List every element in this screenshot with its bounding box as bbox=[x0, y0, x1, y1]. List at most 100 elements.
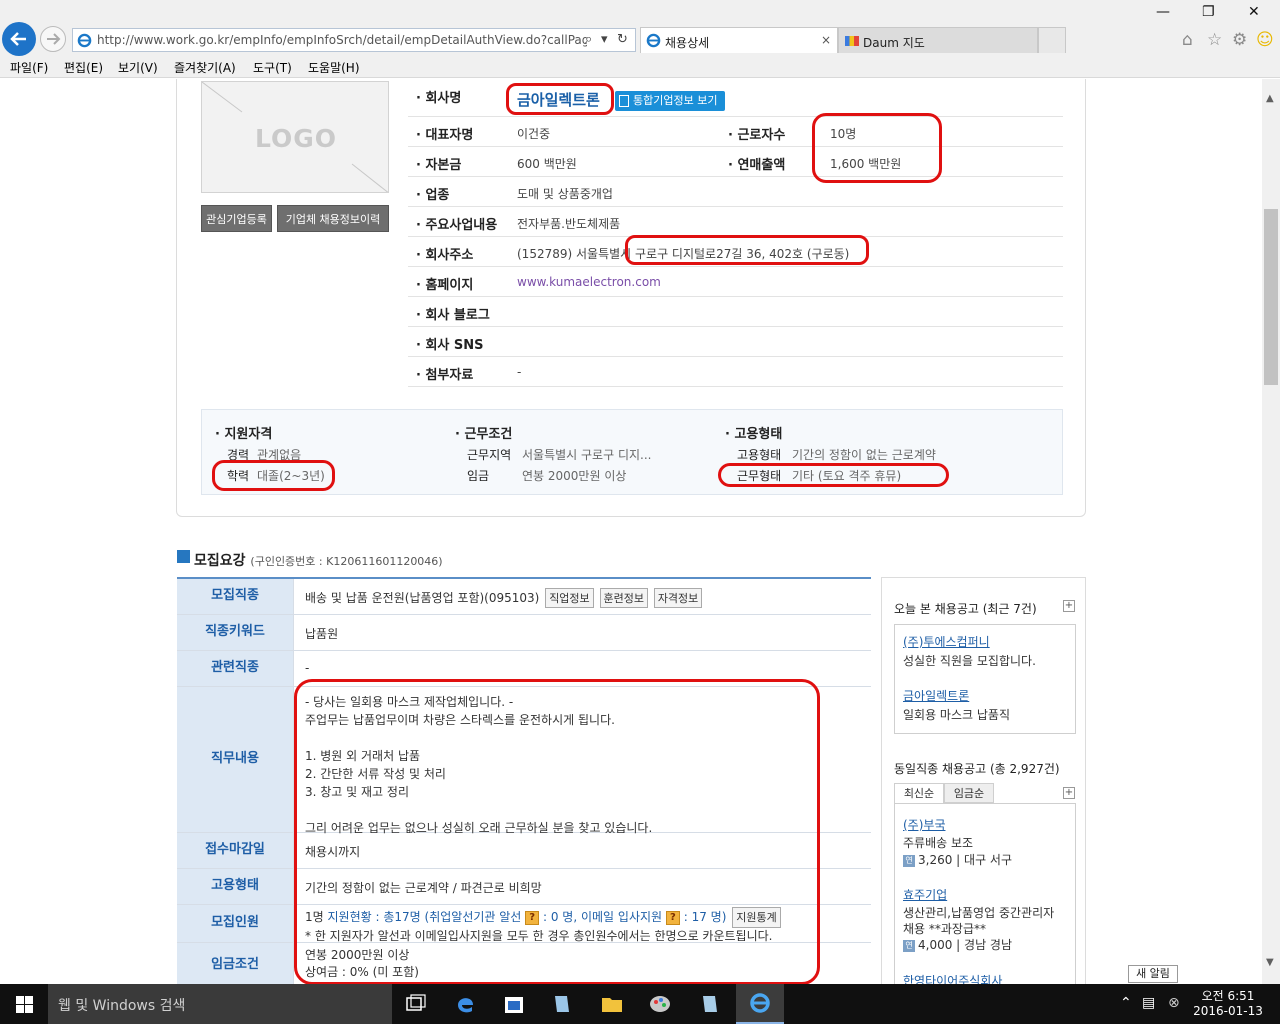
recent-job-title[interactable]: 성실한 직원을 모집합니다. bbox=[903, 652, 1036, 669]
menu-favorites[interactable]: 즐겨찾기(A) bbox=[174, 59, 236, 76]
file-explorer-icon[interactable] bbox=[600, 992, 624, 1016]
taskbar-search-box[interactable]: 웹 및 Windows 검색 bbox=[48, 984, 392, 1024]
row-capital: · 자본금 600 백만원 · 연매출액 1,600 백만원 bbox=[408, 147, 1063, 177]
refresh-icon[interactable]: ↻ bbox=[617, 32, 628, 47]
address-bar[interactable]: http://www.work.go.kr/empInfo/empInfoSrc… bbox=[72, 28, 636, 52]
plus-icon[interactable]: + bbox=[1063, 600, 1075, 612]
same-job-title[interactable]: 주류배송 보조 bbox=[903, 834, 973, 851]
summary-education-key: 학력 bbox=[227, 469, 250, 483]
paint-icon[interactable] bbox=[648, 992, 672, 1016]
notification-icon[interactable]: ▤ bbox=[1142, 995, 1155, 1011]
scroll-up-icon[interactable]: ▲ bbox=[1266, 93, 1274, 104]
tab-latest[interactable]: 최신순 bbox=[894, 783, 944, 803]
vertical-scrollbar[interactable]: ▲ ▼ bbox=[1262, 79, 1280, 984]
scroll-thumb[interactable] bbox=[1264, 209, 1278, 385]
taskbar: 웹 및 Windows 검색 ⌃ ▤ ⊗ 오전 6:51 2016-01-13 bbox=[0, 984, 1280, 1024]
menu-file[interactable]: 파일(F) bbox=[10, 59, 48, 76]
edge-icon[interactable] bbox=[454, 992, 478, 1016]
tab-wage[interactable]: 임금순 bbox=[944, 783, 994, 803]
start-button[interactable] bbox=[0, 984, 48, 1024]
head-deadline: 접수마감일 bbox=[177, 833, 294, 868]
company-recruit-history-button[interactable]: 기업체 채용정보이력 bbox=[277, 205, 389, 232]
row-industry: · 업종 도매 및 상품중개업 bbox=[408, 177, 1063, 207]
recent-job-title[interactable]: 일회용 마스크 납품직 bbox=[903, 706, 1010, 723]
search-icon[interactable]: ⌕ bbox=[585, 32, 592, 47]
search-placeholder: 웹 및 Windows 검색 bbox=[58, 998, 186, 1014]
recruit-cert-number: (구인인증번호 : K120611601120046) bbox=[250, 555, 443, 568]
back-button[interactable] bbox=[2, 22, 36, 56]
store-icon[interactable] bbox=[502, 992, 526, 1016]
recruit-table: 모집직종 배송 및 납품 운전원(납품영업 포함)(095103) 직업정보 훈… bbox=[177, 577, 871, 984]
app-icon[interactable] bbox=[698, 992, 722, 1016]
favorites-star-icon[interactable]: ☆ bbox=[1207, 30, 1222, 50]
same-job-title[interactable]: 채용 **과장급** bbox=[903, 920, 986, 937]
summary-employment-heading: · 고용형태 bbox=[725, 427, 783, 442]
tab-label: Daum 지도 bbox=[863, 36, 925, 50]
new-alert-badge[interactable]: 새 알림 bbox=[1128, 965, 1178, 983]
interest-company-button[interactable]: 관심기업등록 bbox=[201, 205, 272, 232]
label-homepage: · 홈페이지 bbox=[416, 278, 474, 293]
chevron-up-icon[interactable]: ⌃ bbox=[1120, 995, 1132, 1011]
value-emptype: 기간의 정함이 없는 근로계약 / 파견근로 비희망 bbox=[305, 881, 542, 895]
menu-help[interactable]: 도움말(H) bbox=[308, 59, 360, 76]
question-icon[interactable]: ? bbox=[665, 910, 680, 925]
document-icon bbox=[619, 95, 629, 107]
plus-icon[interactable]: + bbox=[1063, 787, 1075, 799]
home-icon[interactable]: ⌂ bbox=[1182, 30, 1193, 50]
count-status-link[interactable]: 지원현황 : 총17명 (취업알선기관 알선 bbox=[328, 910, 522, 924]
close-circle-icon[interactable]: ⊗ bbox=[1168, 995, 1180, 1011]
value-ceo: 이건중 bbox=[517, 127, 551, 141]
same-job-company[interactable]: 한영타이어주식회사 bbox=[903, 972, 1002, 984]
same-job-info: 4,000 | 경남 경남 bbox=[918, 938, 1013, 952]
summary-career-key: 경력 bbox=[227, 448, 250, 462]
dropdown-icon[interactable]: ▾ bbox=[601, 32, 608, 47]
apply-stats-button[interactable]: 지원통계 bbox=[732, 907, 781, 928]
summary-wage-key: 임금 bbox=[467, 469, 490, 483]
summary-worktype-value: 기타 (토요 격주 휴뮤) bbox=[792, 469, 902, 483]
same-job-company[interactable]: (주)부국 bbox=[903, 816, 945, 833]
clock-time[interactable]: 오전 6:51 bbox=[1198, 987, 1258, 1004]
restore-icon[interactable]: ❐ bbox=[1202, 4, 1215, 20]
row-sns: · 회사 SNS bbox=[408, 327, 1063, 357]
address-text[interactable]: http://www.work.go.kr/empInfo/empInfoSrc… bbox=[97, 33, 587, 47]
job-info-button[interactable]: 직업정보 bbox=[545, 588, 594, 608]
menu-view[interactable]: 보기(V) bbox=[118, 59, 158, 76]
integrated-btn-label: 통합기업정보 보기 bbox=[633, 94, 718, 107]
app-icon[interactable] bbox=[550, 992, 574, 1016]
summary-emptype-value: 기간의 정함이 없는 근로계약 bbox=[792, 448, 936, 462]
gear-icon[interactable]: ⚙ bbox=[1232, 30, 1247, 50]
tab-close-icon[interactable]: × bbox=[821, 33, 831, 47]
label-company-name: · 회사명 bbox=[416, 91, 462, 106]
training-info-button[interactable]: 훈련정보 bbox=[599, 588, 648, 608]
summary-qualification-heading: · 지원자격 bbox=[215, 427, 273, 442]
same-job-title[interactable]: 생산관리,납품영업 중간관리자 bbox=[903, 904, 1054, 921]
menu-tools[interactable]: 도구(T) bbox=[253, 59, 292, 76]
same-job-info: 3,260 | 대구 서구 bbox=[918, 853, 1013, 867]
new-tab-button[interactable] bbox=[1038, 27, 1066, 53]
label-sns: · 회사 SNS bbox=[416, 338, 484, 353]
smiley-icon[interactable]: ☺ bbox=[1256, 30, 1274, 50]
close-window-icon[interactable]: ✕ bbox=[1248, 4, 1260, 20]
forward-button[interactable] bbox=[40, 26, 66, 52]
clock-date[interactable]: 2016-01-13 bbox=[1190, 1004, 1266, 1018]
company-name[interactable]: 금아일렉트론 bbox=[517, 89, 600, 110]
table-row-count: 모집인원 1명 지원현황 : 총17명 (취업알선기관 알선 ? : 0 명, … bbox=[177, 905, 871, 943]
menu-edit[interactable]: 편집(E) bbox=[64, 59, 103, 76]
question-icon[interactable]: ? bbox=[525, 910, 540, 925]
integrated-company-info-button[interactable]: 통합기업정보 보기 bbox=[615, 91, 725, 111]
task-view-icon[interactable] bbox=[404, 992, 428, 1016]
value-deadline: 채용시까지 bbox=[305, 845, 361, 859]
scroll-down-icon[interactable]: ▼ bbox=[1266, 957, 1274, 968]
license-info-button[interactable]: 자격정보 bbox=[653, 588, 703, 608]
tab-daum-map[interactable]: Daum 지도 bbox=[838, 27, 1038, 53]
head-job: 모집직종 bbox=[177, 579, 294, 614]
summary-emptype-key: 고용형태 bbox=[737, 448, 782, 462]
ie-taskbar-button[interactable] bbox=[736, 984, 784, 1024]
recent-job-company[interactable]: 금아일렉트론 bbox=[903, 687, 969, 704]
recent-job-company[interactable]: (주)투에스컴퍼니 bbox=[903, 633, 990, 650]
same-job-company[interactable]: 효주기업 bbox=[903, 886, 947, 903]
label-ceo: · 대표자명 bbox=[416, 128, 474, 143]
minimize-icon[interactable]: — bbox=[1156, 4, 1170, 20]
homepage-link[interactable]: www.kumaelectron.com bbox=[517, 275, 661, 289]
tab-job-detail[interactable]: 채용상세 × bbox=[640, 27, 838, 53]
